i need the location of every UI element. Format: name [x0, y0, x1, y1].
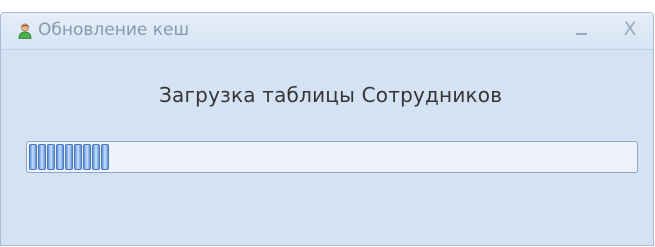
progress-chunk [83, 144, 91, 170]
progress-chunk [92, 144, 100, 170]
title-bar[interactable]: Обновление кеш X [1, 13, 653, 50]
progress-chunk [29, 144, 37, 170]
minimize-icon [576, 33, 587, 35]
close-button[interactable]: X [615, 15, 645, 43]
cache-update-window: Обновление кеш X Загрузка таблицы Сотруд… [0, 12, 654, 246]
user-icon [18, 23, 32, 39]
status-message: Загрузка таблицы Сотрудников [159, 83, 503, 107]
progress-chunk [101, 144, 109, 170]
progress-chunk [47, 144, 55, 170]
progress-chunk [65, 144, 73, 170]
progress-chunk [74, 144, 82, 170]
window-title: Обновление кеш [38, 20, 190, 40]
minimize-button[interactable] [567, 17, 595, 43]
progress-chunk [56, 144, 64, 170]
progress-fill [29, 144, 109, 170]
progress-chunk [38, 144, 46, 170]
close-icon: X [623, 18, 637, 40]
progress-bar [26, 141, 638, 173]
